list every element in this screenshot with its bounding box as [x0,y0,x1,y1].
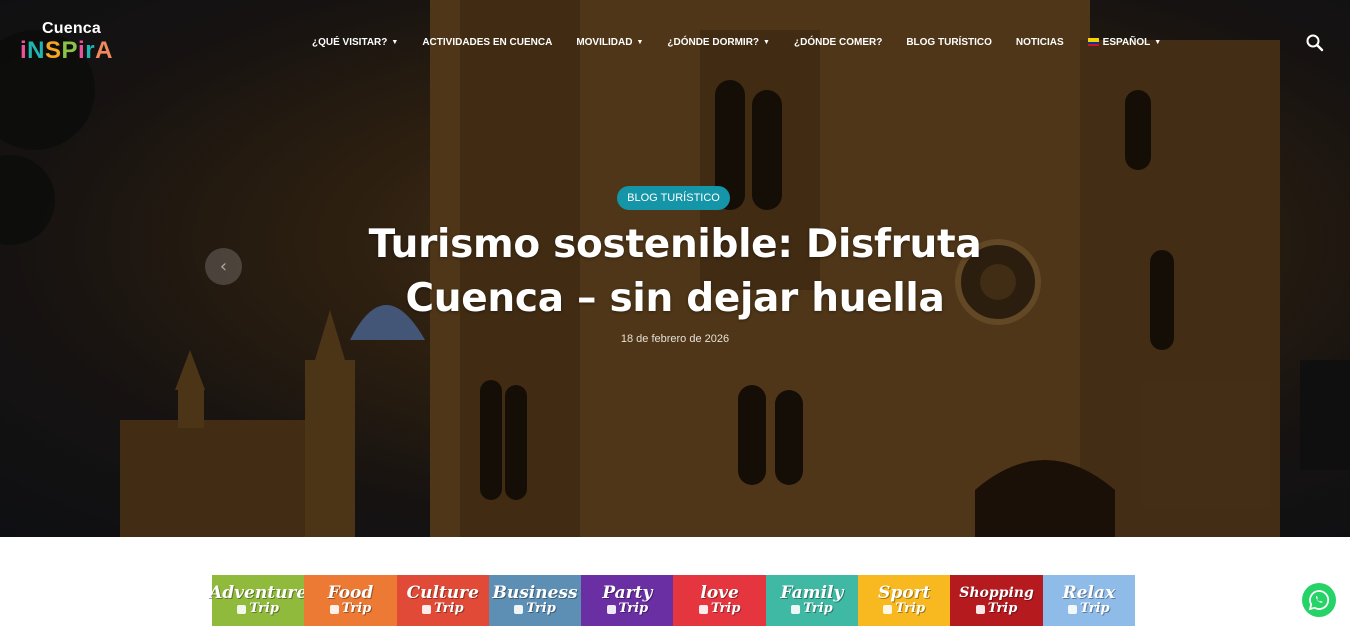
logo-line2: iNSPirA [20,37,113,65]
trip-word: Adventure [209,583,308,603]
nav-noticias[interactable]: NOTICIAS [1016,37,1064,48]
trip-sport[interactable]: Sport Trip [858,575,951,626]
chevron-down-icon: ▼ [763,38,770,46]
trip-food[interactable]: Food Trip [304,575,397,626]
nav-label: MOVILIDAD [576,36,633,48]
trip-word: Shopping [959,585,1034,601]
trip-suffix: Trip [987,601,1018,616]
search-icon[interactable] [1305,33,1325,53]
chevron-down-icon: ▼ [391,38,399,46]
chevron-left-icon[interactable]: ‹ [205,248,242,285]
trip-word: love [700,583,739,603]
trip-categories: Adventure Trip Food Trip Culture Trip Busin… [209,575,1135,626]
trip-suffix: Trip [1080,601,1110,616]
trip-word: Sport [878,583,931,603]
trip-label: Trip [883,602,925,616]
nav-movilidad[interactable]: MOVILIDAD ▼ [576,37,643,48]
chevron-down-icon: ▼ [636,38,644,46]
trip-label: Trip [698,601,741,616]
trip-word: Food [327,583,374,603]
nav-label: ACTIVIDADES EN CUENCA [422,36,553,48]
trip-label: Trip [329,601,372,616]
logo-letter: S [45,37,62,64]
nav-label: BLOG TURÍSTICO [906,36,992,48]
trip-suffix: Trip [803,601,833,616]
nav-que-visitar[interactable]: ¿QUÉ VISITAR? ▼ [312,37,398,48]
trip-business[interactable]: Business Trip [488,575,582,626]
trip-adventure[interactable]: Adventure Trip [209,575,308,626]
trip-word: Family [780,583,844,603]
trip-word: Relax [1062,583,1116,603]
main-navigation: ¿QUÉ VISITAR? ▼ ACTIVIDADES EN CUENCA MOV… [312,34,1185,50]
site-logo[interactable]: Cuenca iNSPirA [20,20,132,64]
nav-label: ¿DÓNDE COMER? [793,36,883,48]
trip-word: Party [602,583,653,603]
heart-icon [698,604,708,614]
trip-relax[interactable]: Relax Trip [1042,575,1135,626]
trip-culture[interactable]: Culture Trip [396,575,489,626]
nav-label: ¿DÓNDE DORMIR? [667,36,760,48]
nav-blog-turistico[interactable]: BLOG TURÍSTICO [906,37,992,48]
post-title[interactable]: Turismo sostenible: Disfruta Cuenca – si… [340,218,1010,326]
trip-word: Business [492,583,578,603]
trip-family[interactable]: Family Trip [765,575,859,626]
trip-label: Trip [237,602,279,616]
trip-party[interactable]: Party Trip [581,575,674,626]
trip-shopping[interactable]: Shopping Trip [950,575,1043,626]
nav-language-selector[interactable]: ESPAÑOL ▼ [1087,36,1162,48]
party-icon [606,604,616,614]
logo-line1: Cuenca [42,20,101,37]
logo-letter: i [78,37,86,64]
trip-label: Trip [514,602,556,616]
trip-suffix: Trip [526,601,556,616]
nav-label: ESPAÑOL [1102,36,1151,48]
whatsapp-icon[interactable] [1302,583,1336,617]
nav-label: ¿QUÉ VISITAR? [312,36,388,48]
logo-letter: r [85,37,96,64]
nav-actividades[interactable]: ACTIVIDADES EN CUENCA [422,37,552,48]
category-badge[interactable]: BLOG TURÍSTICO [617,186,730,210]
nav-donde-comer[interactable]: ¿DÓNDE COMER? [794,37,882,48]
chevron-down-icon: ▼ [1154,38,1162,46]
trip-word: Culture [406,583,479,603]
logo-letter: i [20,37,28,64]
trip-label: Trip [791,602,833,616]
trip-suffix: Trip [249,601,279,616]
trip-label: Trip [975,601,1018,616]
post-date: 18 de febrero de 2026 [620,333,730,345]
trip-suffix: Trip [618,601,649,616]
trip-label: Trip [606,601,649,616]
food-icon [329,604,339,614]
family-icon [791,604,801,614]
trip-suffix: Trip [710,601,741,616]
adventure-icon [237,604,247,614]
business-icon [514,604,524,614]
trip-suffix: Trip [433,601,464,616]
trip-label: Trip [1068,602,1110,616]
nav-label: NOTICIAS [1015,36,1064,48]
relax-icon [1068,604,1078,614]
sport-icon [883,604,893,614]
trip-love[interactable]: love Trip [673,575,766,626]
nav-donde-dormir[interactable]: ¿DÓNDE DORMIR? ▼ [667,37,770,48]
logo-letter: N [27,37,46,64]
culture-icon [421,604,431,614]
trip-suffix: Trip [341,601,372,616]
trip-suffix: Trip [895,601,926,616]
logo-letter: A [95,37,113,64]
ecuador-flag-icon [1087,38,1099,46]
trip-label: Trip [421,601,464,616]
shopping-bag-icon [975,604,985,614]
logo-letter: P [61,37,79,64]
